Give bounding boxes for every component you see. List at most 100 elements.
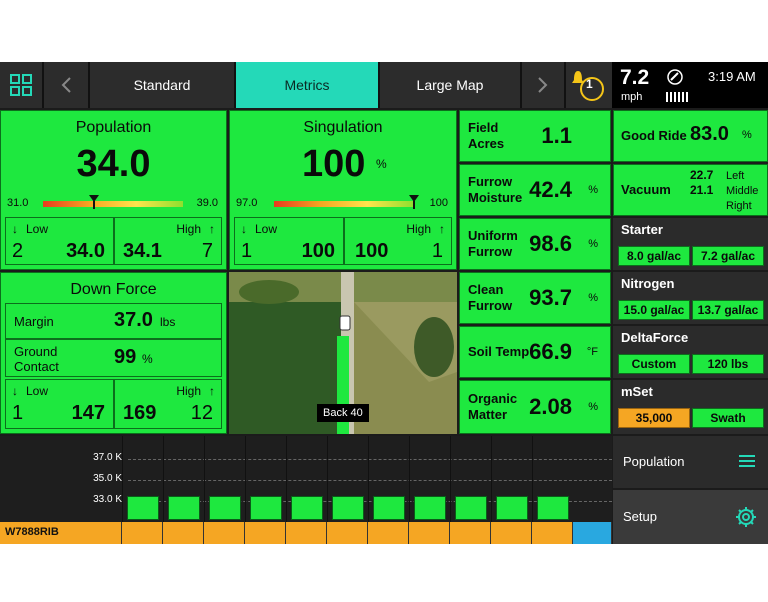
starter-rate-target[interactable]: 8.0 gal/ac [618,246,690,266]
metric-label: Organic Matter [468,391,518,422]
apps-grid-button[interactable] [0,62,44,108]
mset-swath-button[interactable]: Swath [692,408,764,428]
next-page-button[interactable] [522,62,566,108]
metric-uniform-furrow[interactable]: Uniform Furrow 98.6 % [459,218,611,270]
vacuum-middle-label: Middle [726,185,759,197]
metric-value: 93.7 [529,285,572,310]
high-count: 7 [201,240,213,262]
starter-rate-actual[interactable]: 7.2 gal/ac [692,246,764,266]
good-ride-value: 83.0 [690,123,729,145]
row-status-cell[interactable] [450,522,491,544]
chevron-left-icon [61,77,71,93]
row-population-bar[interactable] [537,495,569,520]
good-ride-tile[interactable]: Good Ride 83.0 % [613,110,768,162]
downforce-high-box: High ↑ 169 12 [114,379,222,429]
singulation-title: Singulation [303,119,383,136]
row-status-cell[interactable] [122,522,163,544]
row-status-cell[interactable] [204,522,245,544]
planter-monitor-screen: Standard Metrics Large Map 1 7.2 mph 3:1… [0,62,768,544]
row-status-cell[interactable] [368,522,409,544]
ground-contact-value: 99 [114,346,137,368]
singulation-value: 100 [302,143,366,185]
alerts-button[interactable]: 1 [566,62,612,108]
row-id-cell: W7888RIB [0,522,122,544]
margin-row: Margin 37.0 lbs [5,303,222,339]
vacuum-tile[interactable]: Vacuum 22.7 21.1 Left Middle Right [613,164,768,216]
nitrogen-rate-target[interactable]: 15.0 gal/ac [618,300,690,320]
metric-value: 66.9 [529,339,572,364]
deltaforce-value-button[interactable]: 120 lbs [692,354,764,374]
mset-box: mSet 35,000 Swath [613,380,768,434]
high-label: High [406,222,431,236]
row-status-cell[interactable] [245,522,286,544]
row-status-cell[interactable] [286,522,327,544]
metric-label: Soil Temp [468,344,530,359]
row-status-cell[interactable] [327,522,368,544]
field-name-label: Back 40 [317,404,369,422]
field-map[interactable]: Back 40 [229,272,457,434]
metric-furrow-moisture[interactable]: Furrow Moisture 42.4 % [459,164,611,216]
metric-soil-temp[interactable]: Soil Temp 66.9 °F [459,326,611,378]
row-population-bar[interactable] [455,495,487,520]
row-id-label: W7888RIB [5,526,59,538]
low-label: Low [26,222,49,236]
clock-time: 3:19 AM [708,69,756,84]
row-column-divider [532,436,533,522]
margin-value: 37.0 [114,309,153,331]
population-gauge [43,201,183,207]
metric-value: 1.1 [541,123,572,148]
row-population-bar[interactable] [291,495,323,520]
low-count: 1 [12,402,24,424]
row-status-cell[interactable] [409,522,450,544]
low-value: 147 [71,402,105,424]
vacuum-middle-value: 21.1 [690,183,714,197]
row-status-cell[interactable] [491,522,532,544]
mset-rate-button[interactable]: 35,000 [618,408,690,428]
setup-button[interactable]: Setup [613,490,768,544]
row-population-bar[interactable] [168,495,200,520]
prev-page-button[interactable] [44,62,90,108]
ground-contact-row: Ground Contact 99 % [5,339,222,377]
low-value: 34.0 [66,240,105,262]
good-ride-unit: % [742,129,752,141]
metric-clean-furrow[interactable]: Clean Furrow 93.7 % [459,272,611,324]
row-population-bar[interactable] [373,495,405,520]
low-value: 100 [301,240,335,262]
status-area: 7.2 mph 3:19 AM [612,62,768,108]
chevron-right-icon [538,77,548,93]
row-status-cell[interactable] [532,522,573,544]
ground-contact-label: Ground Contact [14,344,59,374]
row-column-divider [204,436,205,522]
singulation-gauge-marker [409,195,419,209]
alert-count: 1 [586,77,593,91]
row-population-bar[interactable] [250,495,282,520]
row-population-bar[interactable] [332,495,364,520]
low-count: 1 [241,240,253,262]
row-population-bar[interactable] [209,495,241,520]
metric-organic-matter[interactable]: Organic Matter 2.08 % [459,380,611,434]
tab-standard[interactable]: Standard [90,62,236,108]
nitrogen-rate-actual[interactable]: 13.7 gal/ac [692,300,764,320]
tab-label: Metrics [284,77,330,93]
row-status-cell[interactable] [163,522,204,544]
arrow-down-icon: ↓ [241,222,247,236]
singulation-range-min: 97.0 [236,197,258,209]
metric-field-acres[interactable]: Field Acres 1.1 [459,110,611,162]
setup-button-label: Setup [623,509,657,524]
row-population-bar[interactable] [127,495,159,520]
row-population-bar[interactable] [414,495,446,520]
singulation-panel[interactable]: Singulation 100 % 97.0 100 ↓ Low 1 100 H… [229,110,457,270]
singulation-gauge [274,201,414,207]
row-selected-cell[interactable] [573,522,612,544]
downforce-panel[interactable]: Down Force Margin 37.0 lbs Ground Contac… [0,272,227,434]
high-count: 1 [431,240,443,262]
metric-value: 42.4 [529,177,572,202]
population-panel[interactable]: Population 34.0 31.0 39.0 ↓ Low 2 34.0 H… [0,110,227,270]
arrow-up-icon: ↑ [439,222,445,236]
row-population-bar[interactable] [496,495,528,520]
tab-large-map[interactable]: Large Map [380,62,522,108]
tab-metrics[interactable]: Metrics [236,62,380,108]
deltaforce-mode-button[interactable]: Custom [618,354,690,374]
row-column-divider [327,436,328,522]
population-view-button[interactable]: Population [613,436,768,488]
